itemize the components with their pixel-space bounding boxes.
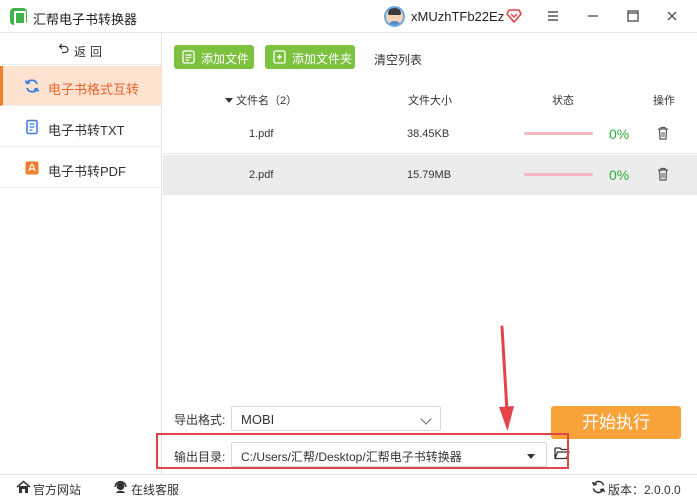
file-size: 15.79MB xyxy=(407,169,452,181)
trash-icon[interactable] xyxy=(657,126,669,140)
home-icon xyxy=(16,480,31,493)
file-name: 1.pdf xyxy=(249,128,274,140)
back-button[interactable]: 返回 xyxy=(0,33,162,65)
add-folder-icon xyxy=(273,50,286,64)
format-value: MOBI xyxy=(241,412,275,427)
file-size: 38.45KB xyxy=(407,128,450,140)
start-button[interactable]: 开始执行 xyxy=(551,406,681,439)
annotation-arrow-icon xyxy=(499,325,514,431)
header-filename[interactable]: 文件名（2） xyxy=(225,92,297,108)
add-file-icon xyxy=(182,50,195,64)
back-label: 返回 xyxy=(74,45,107,59)
table-row[interactable]: 2.pdf 15.79MB 0% xyxy=(163,155,697,195)
file-name: 2.pdf xyxy=(249,169,274,181)
close-icon[interactable] xyxy=(660,6,684,28)
add-folder-label: 添加文件夹 xyxy=(292,52,353,66)
vip-diamond-icon[interactable] xyxy=(506,8,522,24)
sidebar-item-label: 电子书转PDF xyxy=(48,164,127,179)
clear-list-button[interactable]: 清空列表 xyxy=(374,51,422,68)
sidebar-item-label: 电子书转TXT xyxy=(48,123,125,138)
user-avatar[interactable] xyxy=(384,6,405,27)
sidebar-item-label: 电子书格式互转 xyxy=(48,82,140,97)
customer-service-icon xyxy=(114,480,127,493)
minimize-icon[interactable] xyxy=(581,6,605,28)
sort-down-icon xyxy=(225,98,233,103)
app-logo-icon xyxy=(10,8,27,25)
add-file-button[interactable]: 添加文件 xyxy=(174,45,254,69)
sidebar-item-to-pdf[interactable]: 电子书转PDF xyxy=(0,148,162,188)
refresh-icon xyxy=(591,480,606,494)
format-select[interactable]: MOBI xyxy=(231,406,441,431)
table-header: 文件名（2） 文件大小 状态 操作 xyxy=(163,83,697,114)
sidebar: 返回 电子书格式互转 电子书转TXT 电子书转PDF xyxy=(0,33,162,474)
menu-icon[interactable] xyxy=(541,6,565,28)
progress-bar xyxy=(524,173,593,176)
username[interactable]: xMUzhTFb22Ez xyxy=(411,9,504,24)
header-action: 操作 xyxy=(653,95,675,107)
header-size: 文件大小 xyxy=(408,95,452,107)
online-support-link[interactable]: 在线客服 xyxy=(131,481,179,498)
table-row[interactable]: 1.pdf 38.45KB 0% xyxy=(163,114,697,154)
refresh-icon xyxy=(24,79,40,93)
format-label: 导出格式: xyxy=(174,413,226,427)
version-label: 版本：2.0.0.0 xyxy=(608,483,681,497)
pdf-icon xyxy=(25,161,39,175)
maximize-icon[interactable] xyxy=(621,6,645,28)
sidebar-item-format-convert[interactable]: 电子书格式互转 xyxy=(0,66,162,106)
progress-percent: 0% xyxy=(609,167,630,183)
trash-icon[interactable] xyxy=(657,167,669,181)
title-bar: 汇帮电子书转换器 xMUzhTFb22Ez xyxy=(0,0,697,33)
chevron-down-icon xyxy=(420,413,432,425)
document-icon xyxy=(26,119,38,135)
progress-percent: 0% xyxy=(609,126,630,142)
add-folder-button[interactable]: 添加文件夹 xyxy=(265,45,355,69)
highlight-box xyxy=(156,433,569,469)
app-title: 汇帮电子书转换器 xyxy=(33,12,138,27)
sidebar-item-to-txt[interactable]: 电子书转TXT xyxy=(0,107,162,147)
back-arrow-icon xyxy=(58,43,69,54)
progress-bar xyxy=(524,132,593,135)
header-status: 状态 xyxy=(552,95,574,107)
add-file-label: 添加文件 xyxy=(201,52,250,66)
status-bar: 官方网站 在线客服 版本：2.0.0.0 xyxy=(0,474,697,500)
official-website-link[interactable]: 官方网站 xyxy=(33,481,81,498)
